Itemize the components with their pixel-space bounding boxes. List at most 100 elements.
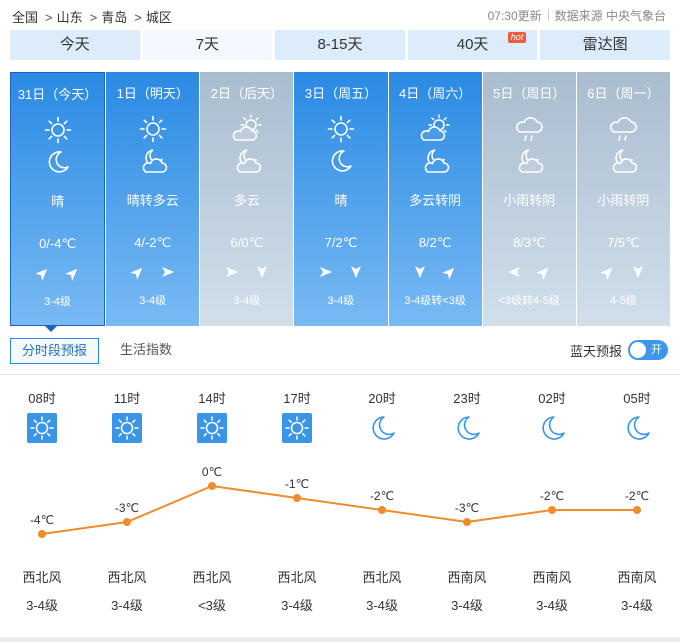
day-card[interactable]: 2日（后天） 多云 6/0℃ 3-4级 — [200, 72, 294, 326]
footer-bar — [0, 637, 680, 642]
moon-shape — [372, 416, 395, 440]
hour-label: 11时 — [114, 391, 141, 406]
wind-level-label: 3-4级 — [621, 598, 653, 613]
day-card[interactable]: 5日（周日） 小雨转阴 8/3℃ <3级转4-5级 — [482, 72, 576, 326]
toggle-knob — [630, 342, 646, 358]
hour-label: 20时 — [368, 391, 395, 406]
wind-arrow-icon — [254, 264, 270, 280]
tab-40-days[interactable]: 40天 hot — [407, 30, 538, 60]
wind-arrow-icon — [412, 264, 428, 280]
wind-arrow-icon — [630, 264, 646, 280]
temperature-label: -2℃ — [370, 489, 394, 503]
day-temperature: 7/2℃ — [324, 235, 358, 250]
hot-badge: hot — [507, 32, 527, 43]
wind-arrow-icon — [160, 264, 176, 280]
day-wind-level: <3级转4-5级 — [498, 295, 560, 307]
tab-label: 今天 — [59, 36, 90, 53]
day-temperature: 6/0℃ — [230, 235, 264, 250]
sun-icon — [138, 114, 168, 144]
breadcrumb-separator: > — [89, 10, 98, 25]
wind-level-label: <3级 — [198, 598, 226, 613]
tab-radar[interactable]: 雷达图 — [540, 30, 670, 60]
day-temperature: 8/2℃ — [418, 235, 452, 250]
day-wind-level: 4-5级 — [609, 295, 637, 307]
tab-hourly-forecast[interactable]: 分时段预报 — [10, 338, 100, 364]
wind-direction-label: 西北风 — [362, 570, 401, 585]
day-weather: 小雨转阴 — [597, 193, 650, 208]
wind-direction — [294, 264, 387, 280]
day-card[interactable]: 3日（周五） 晴 7/2℃ 3-4级 — [294, 72, 388, 326]
temperature-point — [378, 506, 386, 514]
day-title: 4日（周六） — [399, 86, 472, 101]
temperature-label: -3℃ — [115, 501, 139, 515]
tab-label: 40天 — [456, 36, 489, 53]
wind-direction-label: 西北风 — [277, 570, 316, 585]
breadcrumb: 全国 > 山东 > 青岛 > 城区 — [12, 7, 175, 26]
moon-icon — [457, 416, 480, 440]
tab-label: 雷达图 — [582, 36, 628, 53]
wind-level-label: 3-4级 — [111, 598, 143, 613]
breadcrumb-item[interactable]: 山东 — [57, 10, 83, 25]
sun-icon — [326, 114, 356, 144]
moon-icon — [372, 416, 395, 440]
wind-arrow-icon — [600, 264, 616, 280]
bluesky-toggle[interactable]: 开 — [628, 340, 668, 360]
hourly-chart: 08时 11时 14时 17时 20时 23时 02时 05时 -4℃ -3℃ 0℃ -1℃ -2℃ -3… — [22, 391, 656, 613]
hour-label: 08时 — [28, 391, 55, 406]
sun-icon — [43, 115, 73, 145]
day-card[interactable]: 1日（明天） 晴转多云 4/-2℃ 3-4级 — [106, 72, 200, 326]
sun-icon — [112, 413, 142, 443]
wind-arrow-icon — [129, 264, 146, 280]
tab-7-days[interactable]: 7天 — [142, 30, 273, 60]
wind-direction-label: 西北风 — [22, 570, 61, 585]
cloudy-night-icon — [232, 146, 262, 176]
wind-direction-label: 西南风 — [447, 570, 486, 585]
moon-icon — [542, 416, 565, 440]
bluesky-forecast: 蓝天预报 开 — [570, 340, 668, 360]
wind-direction — [200, 264, 293, 280]
update-time: 07:30更新 — [487, 9, 542, 23]
temperature-label: 0℃ — [202, 465, 222, 479]
day-temperature: 8/3℃ — [512, 235, 546, 250]
tab-life-index[interactable]: 生活指数 — [109, 338, 183, 364]
temperature-point — [463, 518, 471, 526]
breadcrumb-separator: > — [134, 10, 142, 25]
day-title: 6日（周一） — [587, 86, 660, 101]
tab-8-15-days[interactable]: 8-15天 — [275, 30, 405, 60]
cloudy-night-icon — [608, 146, 638, 176]
day-temperature: 4/-2℃ — [134, 235, 172, 250]
wind-direction — [577, 264, 670, 280]
temperature-point — [208, 482, 216, 490]
sun-icon — [197, 413, 227, 443]
breadcrumb-item[interactable]: 全国 — [12, 10, 38, 25]
day-title: 2日（后天） — [210, 86, 283, 101]
wind-arrow-icon — [348, 264, 364, 280]
day-wind-level: 3-4级 — [327, 295, 355, 307]
day-weather: 多云 — [233, 193, 260, 208]
day-card[interactable]: 6日（周一） 小雨转阴 7/5℃ 4-5级 — [576, 72, 670, 326]
wind-arrow-icon — [34, 265, 51, 281]
rain-icon — [608, 114, 638, 144]
day-temperature: 0/-4℃ — [39, 236, 77, 251]
data-source: 数据来源 中央气象台 — [554, 9, 666, 23]
day-card[interactable]: 31日（今天） 晴 0/-4℃ 3-4级 — [10, 72, 106, 326]
day-weather: 晴 — [51, 194, 65, 209]
day-wind-level: 3-4级 — [44, 296, 72, 308]
day-weather: 晴 — [334, 193, 348, 208]
wind-direction-label: 西北风 — [192, 570, 231, 585]
hour-label: 23时 — [453, 391, 480, 406]
rain-icon — [514, 114, 544, 144]
wind-direction-label: 西南风 — [617, 570, 656, 585]
moon-icon — [326, 146, 356, 176]
wind-level-label: 3-4级 — [26, 598, 58, 613]
tab-today[interactable]: 今天 — [10, 30, 140, 60]
day-wind-level: 3-4级 — [139, 295, 167, 307]
day-title: 1日（明天） — [116, 86, 189, 101]
wind-arrow-icon — [442, 264, 458, 280]
temperature-label: -1℃ — [285, 477, 309, 491]
tab-label: 7天 — [195, 36, 220, 53]
breadcrumb-item[interactable]: 青岛 — [101, 10, 127, 25]
day-card[interactable]: 4日（周六） 多云转阴 8/2℃ 3-4级转<3级 — [388, 72, 482, 326]
cloudy-night-icon — [420, 146, 450, 176]
breadcrumb-current: 城区 — [145, 10, 172, 25]
